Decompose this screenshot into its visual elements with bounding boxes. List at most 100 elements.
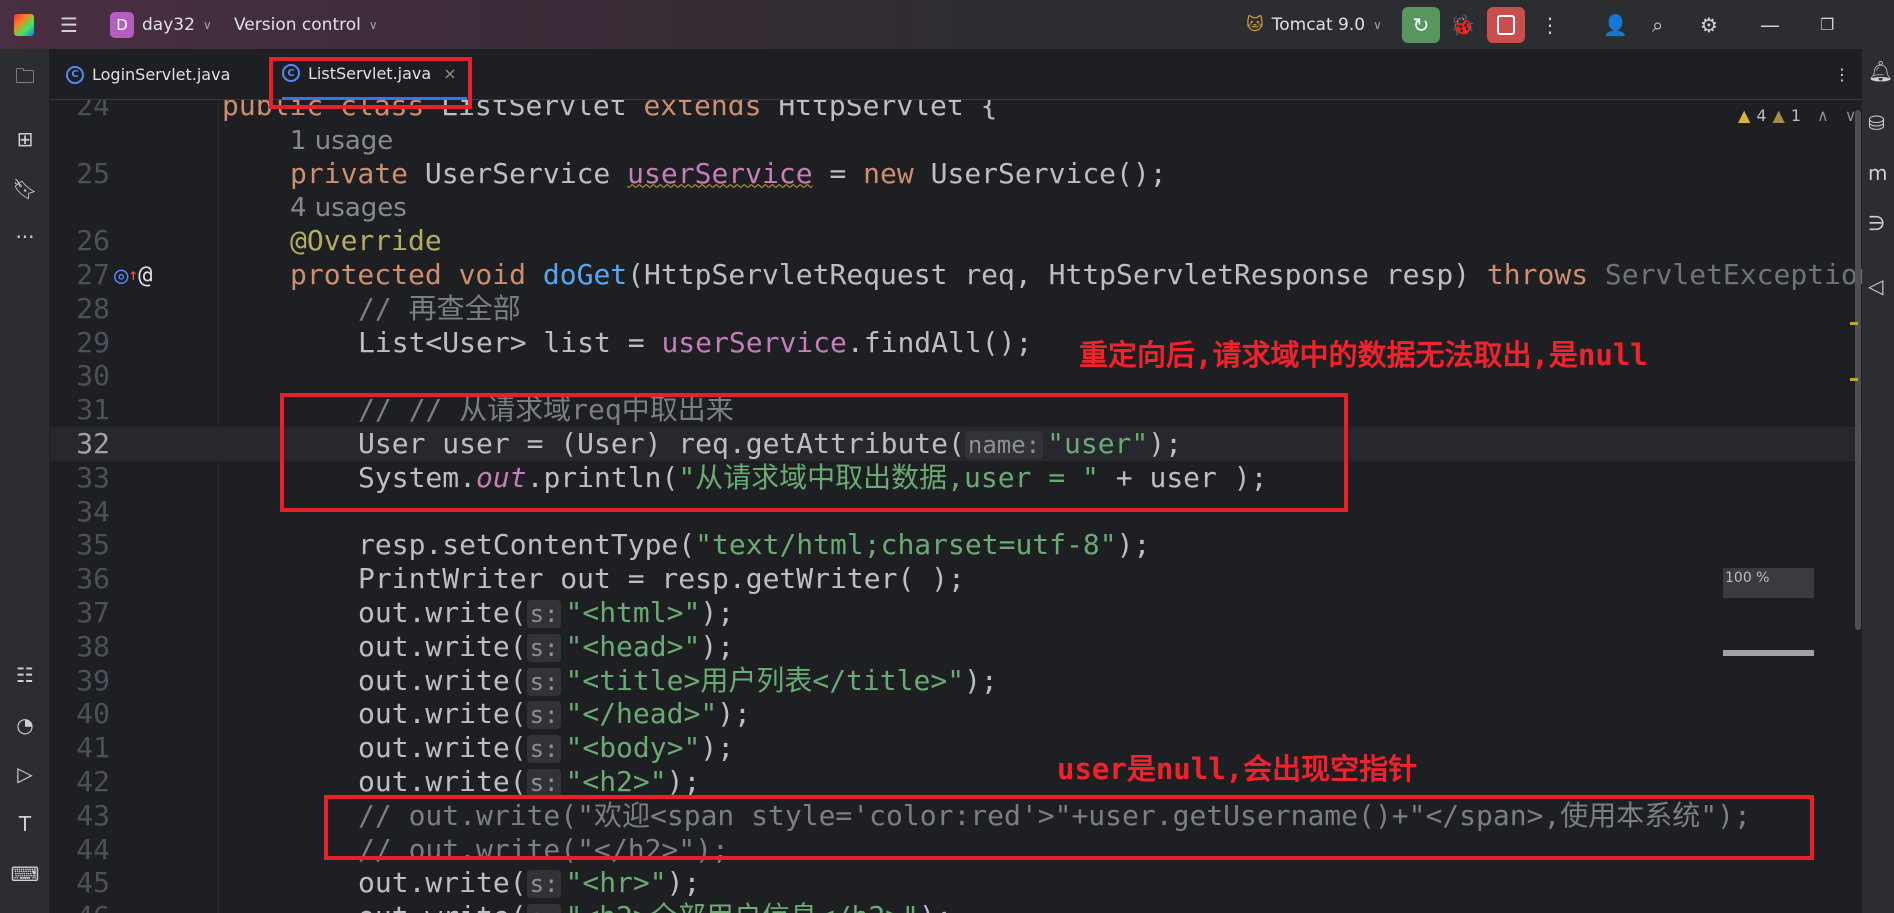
code-line[interactable]: 42 out.write(s: "<h2>");	[50, 765, 1862, 799]
code-line[interactable]: 24 public class ListServlet extends HttpS…	[50, 100, 1862, 123]
search-icon[interactable]: ⌕	[1652, 0, 1663, 49]
code-token: "</head>"	[565, 697, 718, 731]
line-number[interactable]: 38	[50, 630, 110, 664]
code-token: );	[964, 663, 998, 697]
code-line[interactable]: 43 // out.write("欢迎<span style='color:red…	[50, 799, 1862, 833]
code-line[interactable]: 39 out.write(s: "<title>用户列表</title>");	[50, 664, 1862, 698]
code-token: );	[666, 765, 701, 798]
code-editor[interactable]: 24 public class ListServlet extends HttpS…	[50, 100, 1862, 913]
code-line[interactable]: 1 usage	[50, 123, 1862, 157]
code-token: );	[919, 900, 953, 913]
line-number[interactable]: 43	[50, 799, 110, 833]
tab-options-icon[interactable]: ⋮	[1834, 49, 1850, 100]
code-token: out.write(	[358, 900, 527, 913]
line-number[interactable]: 37	[50, 596, 110, 630]
code-token: "user"	[1047, 427, 1149, 460]
code-line[interactable]: 40 out.write(s: "</head>");	[50, 697, 1862, 731]
code-line[interactable]: 28 // 再查全部	[50, 292, 1862, 326]
project-folder-icon[interactable]: 🗀	[0, 62, 50, 96]
restore-icon[interactable]: ❐	[1820, 0, 1834, 49]
code-line[interactable]: 38 out.write(s: "<head>");	[50, 630, 1862, 664]
editor-scrollbar[interactable]	[1855, 110, 1861, 630]
rerun-button[interactable]: ↻	[1402, 6, 1440, 43]
warning-marker[interactable]	[1850, 378, 1858, 381]
terminal-icon[interactable]: ⌨	[0, 862, 50, 886]
services-icon[interactable]: ▷	[0, 762, 50, 786]
code-line[interactable]: 45 out.write(s: "<hr>");	[50, 866, 1862, 900]
line-number[interactable]: 26	[50, 224, 110, 258]
parameter-hint: s:	[526, 735, 562, 764]
code-text: out.write(s:"<h2>全部用户信息</h2>");	[358, 900, 953, 913]
database-icon[interactable]: ⛁	[1862, 111, 1894, 135]
gradle-icon[interactable]: ∋	[1862, 211, 1894, 235]
line-number[interactable]: 40	[50, 697, 110, 731]
settings-icon[interactable]: ⚙	[1700, 0, 1718, 49]
code-token: throws	[1486, 258, 1605, 291]
line-number[interactable]: 36	[50, 562, 110, 596]
run-config-selector[interactable]: 🐱 Tomcat 9.0 ∨	[1246, 0, 1382, 49]
line-number[interactable]: 46	[50, 900, 110, 913]
line-number[interactable]: 44	[50, 833, 110, 867]
main-menu-icon[interactable]: ☰	[60, 0, 78, 49]
line-number[interactable]: 25	[50, 157, 110, 191]
code-line[interactable]: 41 out.write(s: "<body>");	[50, 731, 1862, 765]
debug-icon[interactable]: 🐞	[1450, 0, 1475, 49]
maven-icon[interactable]: m	[1862, 161, 1894, 185]
line-number[interactable]: 30	[50, 359, 110, 393]
line-number[interactable]: 28	[50, 292, 110, 326]
code-line[interactable]: 4 usages	[50, 190, 1862, 224]
line-number[interactable]: 45	[50, 866, 110, 900]
zoom-slider[interactable]	[1723, 650, 1814, 656]
code-line[interactable]: 33 System.out.println("从请求域中取出数据,user = "…	[50, 461, 1862, 495]
structure-icon[interactable]: ⊞	[0, 127, 50, 151]
project-selector[interactable]: D day32 ∨	[110, 0, 212, 49]
line-number[interactable]: 35	[50, 528, 110, 562]
more-actions-icon[interactable]: ⋮	[1540, 0, 1560, 49]
intellij-logo-icon[interactable]	[14, 0, 34, 49]
code-line[interactable]: 34	[50, 495, 1862, 529]
override-gutter-icon[interactable]: ◎↑@	[114, 258, 153, 292]
prev-problem-icon[interactable]: ∧	[1817, 106, 1829, 125]
warning-marker[interactable]	[1850, 322, 1858, 325]
code-line[interactable]: 36 PrintWriter out = resp.getWriter( );	[50, 562, 1862, 596]
ai-assistant-icon[interactable]: ◁	[1862, 274, 1894, 298]
minimize-icon[interactable]: —	[1760, 0, 1780, 49]
bookmark-icon[interactable]: 🔖︎	[0, 177, 50, 201]
notifications-icon[interactable]: 🔔︎	[1862, 59, 1894, 83]
code-text: out.write(s: "<html>");	[358, 596, 734, 631]
line-number[interactable]: 27	[50, 258, 110, 292]
code-line[interactable]: 31 // // 从请求域req中取出来	[50, 393, 1862, 427]
line-number[interactable]: 41	[50, 731, 110, 765]
more-tools-icon[interactable]: ···	[0, 225, 50, 249]
line-number[interactable]: 42	[50, 765, 110, 799]
code-line[interactable]: 32 User user = (User) req.getAttribute(na…	[50, 427, 1862, 461]
code-line[interactable]: 46 out.write(s:"<h2>全部用户信息</h2>");	[50, 900, 1862, 913]
build-icon[interactable]: T	[0, 812, 50, 836]
line-number[interactable]: 31	[50, 393, 110, 427]
add-user-icon[interactable]: 👤	[1603, 0, 1628, 49]
code-line[interactable]: 27 ◎↑@ protected void doGet(HttpServletReq…	[50, 258, 1862, 292]
parameter-hint: s:	[526, 667, 562, 696]
profiler-icon[interactable]: ◔	[0, 713, 50, 737]
tab-label: LoginServlet.java	[92, 65, 231, 84]
line-number[interactable]: 29	[50, 326, 110, 360]
line-number[interactable]: 24	[50, 100, 110, 123]
stop-button[interactable]	[1487, 6, 1525, 43]
line-number[interactable]: 34	[50, 495, 110, 529]
vcs-menu[interactable]: Version control ∨	[234, 0, 378, 49]
close-tab-icon[interactable]: ×	[443, 64, 456, 83]
tab-list-servlet[interactable]: C ListServlet.java ×	[282, 49, 467, 100]
code-line[interactable]: 26 @Override	[50, 224, 1862, 258]
tab-label: ListServlet.java	[308, 63, 432, 83]
inspection-widget[interactable]: ▲ 4 ▲ 1 ∧ ∨	[1738, 106, 1856, 125]
code-line[interactable]: 37 out.write(s: "<html>");	[50, 596, 1862, 630]
todo-list-icon[interactable]: ☷	[0, 663, 50, 687]
line-number[interactable]: 32	[50, 427, 110, 461]
code-line[interactable]: 25 private UserService userService = new …	[50, 157, 1862, 191]
line-number[interactable]: 33	[50, 461, 110, 495]
code-token: + user );	[1098, 460, 1268, 494]
code-line[interactable]: 35 resp.setContentType("text/html;charset…	[50, 528, 1862, 562]
line-number[interactable]: 39	[50, 664, 110, 698]
code-line[interactable]: 44 // out.write("</h2>");	[50, 833, 1862, 867]
tab-login-servlet[interactable]: C LoginServlet.java	[66, 49, 230, 100]
